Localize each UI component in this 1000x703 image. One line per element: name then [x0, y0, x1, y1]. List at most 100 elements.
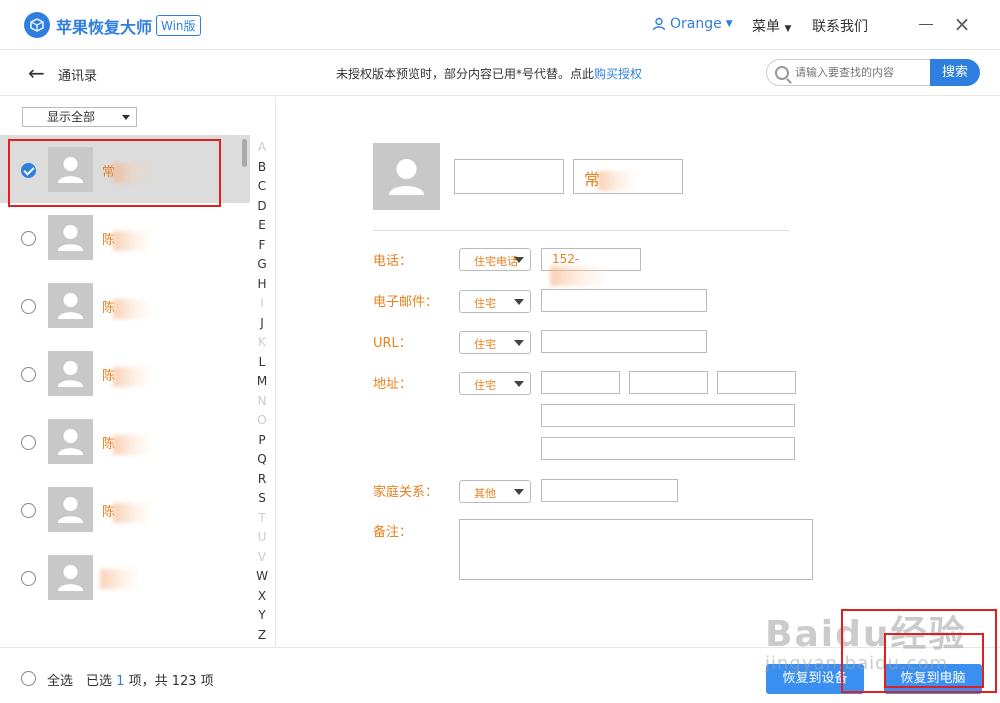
notes-field[interactable] [459, 519, 813, 580]
filter-dropdown[interactable]: 显示全部 [22, 107, 137, 127]
family-type-select[interactable]: 其他 [459, 480, 531, 503]
contact-list-item[interactable]: 陈 [0, 339, 250, 407]
contact-checkbox[interactable] [21, 571, 36, 586]
user-name: Orange [670, 16, 722, 32]
alphabet-letter[interactable]: S [252, 491, 272, 511]
back-arrow-icon[interactable]: ← [28, 63, 45, 83]
menu-label: 菜单 [752, 19, 780, 35]
address-type-select[interactable]: 住宅 [459, 372, 531, 395]
contact-list-item[interactable]: 陈 [0, 203, 250, 271]
contact-name [100, 569, 140, 589]
chevron-down-icon [514, 299, 524, 305]
alphabet-letter[interactable]: C [252, 179, 272, 199]
search-button[interactable]: 搜索 [930, 59, 980, 86]
address-line3-field[interactable] [541, 437, 795, 460]
address-label: 地址： [373, 377, 413, 392]
alphabet-letter[interactable]: M [252, 374, 272, 394]
minimize-icon[interactable] [916, 14, 936, 34]
contact-checkbox[interactable] [21, 231, 36, 246]
alphabet-letter: T [258, 510, 266, 525]
user-icon [652, 17, 666, 31]
menu-button[interactable]: 菜单 ▼ [752, 16, 791, 36]
alphabet-letter: A [257, 140, 267, 154]
app-title: 苹果恢复大师 [56, 18, 153, 37]
buy-license-link[interactable]: 购买授权 [594, 67, 642, 81]
alphabet-letter[interactable]: J [252, 316, 272, 336]
select-all-label[interactable]: 全选 [47, 670, 73, 689]
alphabet-letter[interactable]: B [252, 160, 272, 180]
address-state-field[interactable] [717, 371, 796, 394]
avatar [48, 487, 93, 532]
url-field[interactable] [541, 330, 707, 353]
avatar [48, 419, 93, 464]
contact-checkbox[interactable] [21, 503, 36, 518]
search-icon [775, 65, 789, 80]
close-icon[interactable]: × [952, 14, 972, 34]
alphabet-letter[interactable]: Q [252, 452, 272, 472]
contact-checkbox[interactable] [21, 367, 36, 382]
contact-us-button[interactable]: 联系我们 [812, 16, 868, 36]
user-menu[interactable]: Orange ▼ [652, 16, 733, 32]
alphabet-letter[interactable]: Z [252, 628, 272, 648]
person-icon [389, 159, 424, 195]
masked-text [598, 170, 639, 191]
email-type-select[interactable]: 住宅 [459, 290, 531, 313]
url-label: URL： [373, 336, 412, 351]
url-type-select[interactable]: 住宅 [459, 331, 531, 354]
chevron-down-icon [514, 489, 524, 495]
contact-checkbox[interactable] [21, 435, 36, 450]
phone-type-select[interactable]: 住宅电话 [459, 248, 531, 271]
masked-text [113, 298, 154, 319]
license-notice: 未授权版本预览时，部分内容已用*号代替。点此购买授权 [336, 65, 642, 82]
contact-checkbox[interactable] [21, 299, 36, 314]
chevron-down-icon [514, 340, 524, 346]
masked-text [550, 266, 610, 286]
avatar [48, 283, 93, 328]
chevron-down-icon: ▼ [725, 19, 733, 29]
alphabet-letter[interactable]: R [252, 472, 272, 492]
avatar [48, 555, 93, 600]
alphabet-letter: O [257, 413, 267, 427]
section-title: 通讯录 [58, 69, 98, 84]
address-line2-field[interactable] [541, 404, 795, 427]
toolbar: ← 通讯录 未授权版本预览时，部分内容已用*号代替。点此购买授权 搜索 [0, 50, 1000, 96]
alphabet-letter[interactable]: D [252, 199, 272, 219]
masked-text [113, 230, 154, 251]
person-icon [58, 565, 83, 591]
avatar [48, 215, 93, 260]
contact-list-item[interactable] [0, 543, 250, 611]
alphabet-letter[interactable]: P [252, 433, 272, 453]
contact-name: 陈 [102, 229, 154, 251]
phone-value-field[interactable]: 152- [541, 248, 641, 286]
contact-name: 陈 [102, 433, 154, 455]
alphabet-index: ABCDEFGHIJKLMNOPQRSTUVWXYZ [252, 140, 272, 647]
app-logo-icon [24, 12, 50, 38]
email-label: 电子邮件： [373, 295, 439, 310]
alphabet-letter[interactable]: G [252, 257, 272, 277]
masked-text [113, 366, 154, 387]
phone-type-value: 住宅电话 [474, 255, 518, 268]
contact-list-item[interactable]: 陈 [0, 271, 250, 339]
selected-count: 1 [116, 674, 125, 689]
search-input[interactable] [795, 66, 925, 79]
alphabet-letter[interactable]: L [252, 355, 272, 375]
email-field[interactable] [541, 289, 707, 312]
title-bar: 苹果恢复大师 Win版 Orange ▼ 菜单 ▼ 联系我们 × [0, 0, 1000, 50]
alphabet-letter[interactable]: E [252, 218, 272, 238]
address-city-field[interactable] [629, 371, 708, 394]
alphabet-letter[interactable]: Y [252, 608, 272, 628]
alphabet-letter[interactable]: X [252, 589, 272, 609]
select-all-radio[interactable] [21, 671, 36, 686]
alphabet-letter[interactable]: F [252, 238, 272, 258]
family-field[interactable] [541, 479, 678, 502]
first-name-field[interactable] [454, 159, 564, 194]
alphabet-letter: I [260, 296, 264, 310]
contact-list-item[interactable]: 陈 [0, 407, 250, 475]
alphabet-letter[interactable]: H [252, 277, 272, 297]
alphabet-letter[interactable]: W [252, 569, 272, 589]
address-street-field[interactable] [541, 371, 620, 394]
person-icon [58, 361, 83, 387]
contact-list-item[interactable]: 陈 [0, 475, 250, 543]
list-scrollbar[interactable] [242, 139, 247, 167]
last-name-field[interactable]: 常 [573, 159, 683, 194]
